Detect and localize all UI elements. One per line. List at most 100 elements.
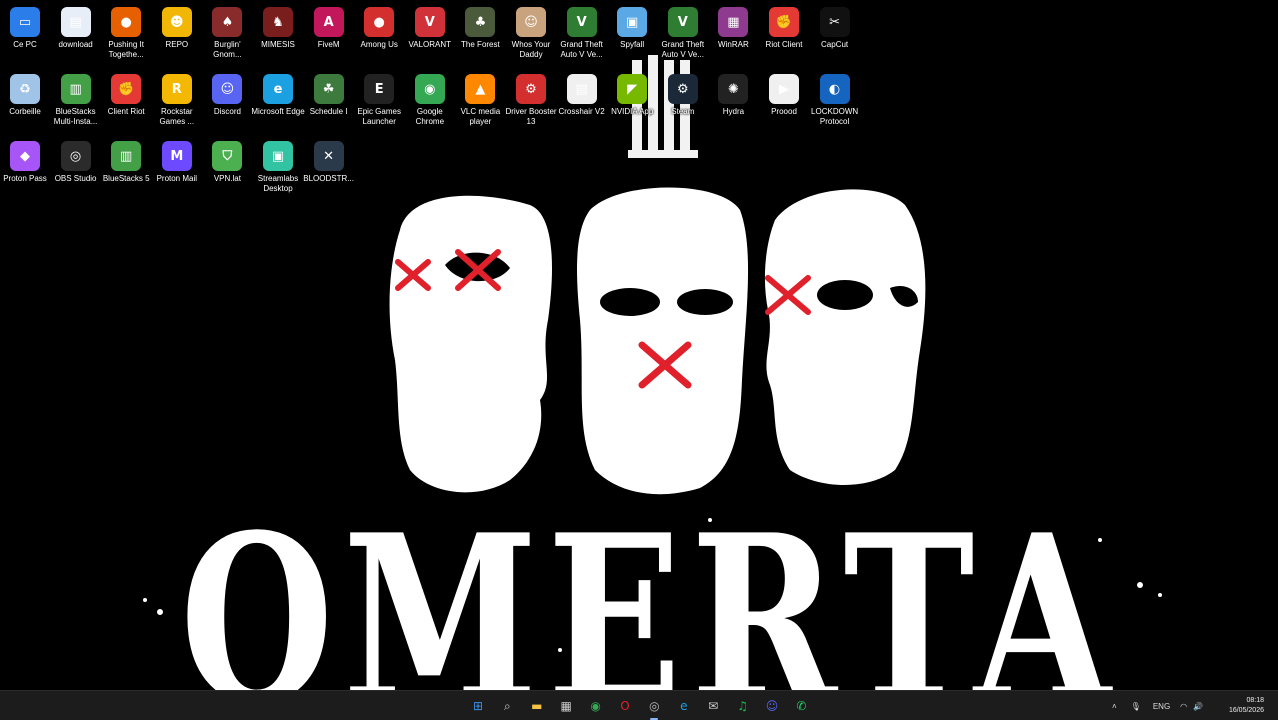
desktop-shortcut[interactable]: ♞ MIMESIS <box>253 2 303 66</box>
hydra-icon: ✺ <box>718 74 749 104</box>
file-icon: ▶ <box>769 74 799 104</box>
steam-icon: ⚙ <box>667 74 698 104</box>
taskbar-windows-start-button[interactable]: ⊞ <box>467 695 489 717</box>
desktop-shortcut-label: Proton Pass <box>3 174 47 183</box>
taskbar-edge-button[interactable]: e <box>673 695 695 717</box>
taskbar-opera-button[interactable]: O <box>614 695 636 717</box>
desktop-shortcut[interactable]: ◎ OBS Studio <box>51 136 101 200</box>
taskbar-mail-button[interactable]: ✉ <box>702 695 724 717</box>
desktop-shortcut[interactable]: ▭ Ce PC <box>0 2 50 66</box>
whatsapp-icon: ✆ <box>796 699 807 713</box>
desktop-shortcut[interactable]: ▣ Spyfall <box>607 2 657 66</box>
desktop-shortcut[interactable]: V Grand Theft Auto V Ve... <box>658 2 708 66</box>
file-icon: ▤ <box>566 74 597 104</box>
desktop-shortcut[interactable]: ♻ Corbeille <box>0 69 50 133</box>
desktop-shortcut[interactable]: ● Pushing It Togethe... <box>101 2 151 66</box>
taskbar-spotify-button[interactable]: ♫ <box>732 695 754 717</box>
desktop-shortcut[interactable]: E Epic Games Launcher <box>354 69 404 133</box>
desktop-shortcut[interactable]: ⚙ Steam <box>658 69 708 133</box>
desktop-shortcut[interactable]: ▶ Proood <box>759 69 809 133</box>
desktop-shortcut[interactable]: ✂ CapCut <box>810 2 860 66</box>
desktop-shortcut[interactable]: ☘ Schedule I <box>304 69 354 133</box>
desktop-shortcut-label: BLOODSTR... <box>303 174 354 183</box>
desktop-shortcut-label: BlueStacks 5 <box>102 174 150 183</box>
whos-your-daddy-icon: ☺ <box>516 7 546 37</box>
taskbar-obs-button[interactable]: ◎ <box>643 695 665 720</box>
desktop-shortcut[interactable]: ◉ Google Chrome <box>405 69 455 133</box>
schedule-icon: ☘ <box>313 74 344 104</box>
desktop-shortcut[interactable]: ✊ Client Riot <box>101 69 151 133</box>
taskbar-store-button[interactable]: ▦ <box>555 695 577 717</box>
bluestacks-multi-icon: ▥ <box>60 74 91 104</box>
desktop-shortcut[interactable]: ♣ The Forest <box>455 2 505 66</box>
tray-overflow-chevron-icon[interactable]: ˄ <box>1112 702 1117 711</box>
desktop-shortcut-label: Steam <box>671 107 695 116</box>
taskbar-file-explorer-button[interactable]: ▬ <box>526 695 548 717</box>
taskbar: ⊞ ⌕ ▬ ▦ ◉ O ◎ e ✉ ♫ ☺ ✆ ˄ 🎙 ENG ◠ 🔊 08:18 16/05/202… <box>0 690 1278 720</box>
desktop-shortcut[interactable]: ♠ Burglin' Gnom... <box>202 2 252 66</box>
epic-games-icon: E <box>364 74 395 104</box>
desktop-shortcut[interactable]: ▥ BlueStacks Multi-Insta... <box>51 69 101 133</box>
wallpaper-wordmark: OMERTA <box>180 485 1120 690</box>
monitor-icon: ▭ <box>10 7 40 37</box>
firefox-icon: ● <box>111 7 142 37</box>
desktop-shortcut[interactable]: ✊ Riot Client <box>759 2 809 66</box>
desktop-shortcut-label: FiveM <box>317 40 340 49</box>
desktop-shortcut-label: Driver Booster 13 <box>505 107 557 126</box>
microphone-icon[interactable]: 🎙 <box>1131 702 1141 711</box>
riot-client-icon: ✊ <box>111 74 142 104</box>
desktop-shortcut[interactable]: ▤ Crosshair V2 <box>557 69 607 133</box>
desktop-shortcut[interactable]: ☺ Whos Your Daddy <box>506 2 556 66</box>
desktop-shortcut[interactable]: ● Among Us <box>354 2 404 66</box>
driver-booster-icon: ⚙ <box>516 74 546 104</box>
valorant-icon: V <box>414 7 445 37</box>
desktop-shortcut-label: Pushing It Togethe... <box>108 40 144 59</box>
desktop-shortcut[interactable]: e Microsoft Edge <box>251 69 305 133</box>
search-icon: ⌕ <box>504 698 511 713</box>
taskbar-chrome-button[interactable]: ◉ <box>585 695 607 717</box>
taskbar-clock[interactable]: 08:18 16/05/2026 <box>1229 696 1264 716</box>
gta-icon: V <box>566 7 597 37</box>
desktop-shortcut[interactable]: ◆ Proton Pass <box>0 136 50 200</box>
desktop-shortcut[interactable]: M Proton Mail <box>152 136 202 200</box>
desktop-shortcut[interactable]: ▦ WinRAR <box>708 2 758 66</box>
desktop-shortcut-label: VALORANT <box>408 40 452 49</box>
desktop-shortcut-label: BlueStacks Multi-Insta... <box>53 107 98 126</box>
desktop-shortcut[interactable]: ◤ NVIDIA App <box>607 69 657 133</box>
desktop-shortcut[interactable]: ▲ VLC media player <box>455 69 505 133</box>
desktop-shortcut[interactable]: R Rockstar Games ... <box>152 69 202 133</box>
desktop-shortcut-label: Streamlabs Desktop <box>257 174 299 193</box>
desktop-shortcut-label: Spyfall <box>620 40 645 49</box>
mask-center <box>577 187 749 495</box>
desktop-shortcut-label: Microsoft Edge <box>251 107 305 116</box>
mask-left <box>389 195 553 493</box>
language-indicator[interactable]: ENG <box>1153 702 1170 711</box>
desktop-shortcut-label: Riot Client <box>765 40 803 49</box>
desktop-shortcut[interactable]: ⛉ VPN.lat <box>202 136 252 200</box>
taskbar-discord-button[interactable]: ☺ <box>761 695 783 717</box>
desktop-shortcut-label: Ce PC <box>13 40 37 49</box>
taskbar-search-button[interactable]: ⌕ <box>496 695 518 717</box>
desktop-shortcut[interactable]: ✕ BLOODSTR... <box>303 136 354 200</box>
desktop-shortcut-label: CapCut <box>821 40 849 49</box>
desktop-shortcut[interactable]: ◐ LOCKDOWN Protocol <box>810 69 860 133</box>
desktop-shortcut[interactable]: V VALORANT <box>405 2 455 66</box>
desktop-shortcut[interactable]: ☺ Discord <box>202 69 252 133</box>
desktop-shortcut[interactable]: V Grand Theft Auto V Ve... <box>557 2 607 66</box>
desktop-shortcut[interactable]: ☻ REPO <box>152 2 202 66</box>
taskbar-whatsapp-button[interactable]: ✆ <box>790 695 812 717</box>
desktop-shortcut-label: Epic Games Launcher <box>357 107 401 126</box>
desktop-shortcut[interactable]: ▤ download <box>51 2 101 66</box>
desktop-shortcut[interactable]: ▥ BlueStacks 5 <box>101 136 151 200</box>
desktop-shortcut[interactable]: ⚙ Driver Booster 13 <box>505 69 557 133</box>
desktop-shortcut-label: Google Chrome <box>415 107 445 126</box>
forest-icon: ♣ <box>465 7 496 37</box>
desktop-shortcut[interactable]: ✺ Hydra <box>708 69 758 133</box>
obs-icon: ◎ <box>60 141 91 171</box>
desktop-shortcut[interactable]: ▣ Streamlabs Desktop <box>253 136 303 200</box>
wifi-icon[interactable]: ◠ <box>1180 702 1187 711</box>
volume-icon[interactable]: 🔊 <box>1193 702 1203 711</box>
gnome-icon: ♠ <box>212 7 243 37</box>
capcut-icon: ✂ <box>819 7 850 37</box>
desktop-shortcut[interactable]: A FiveM <box>304 2 354 66</box>
